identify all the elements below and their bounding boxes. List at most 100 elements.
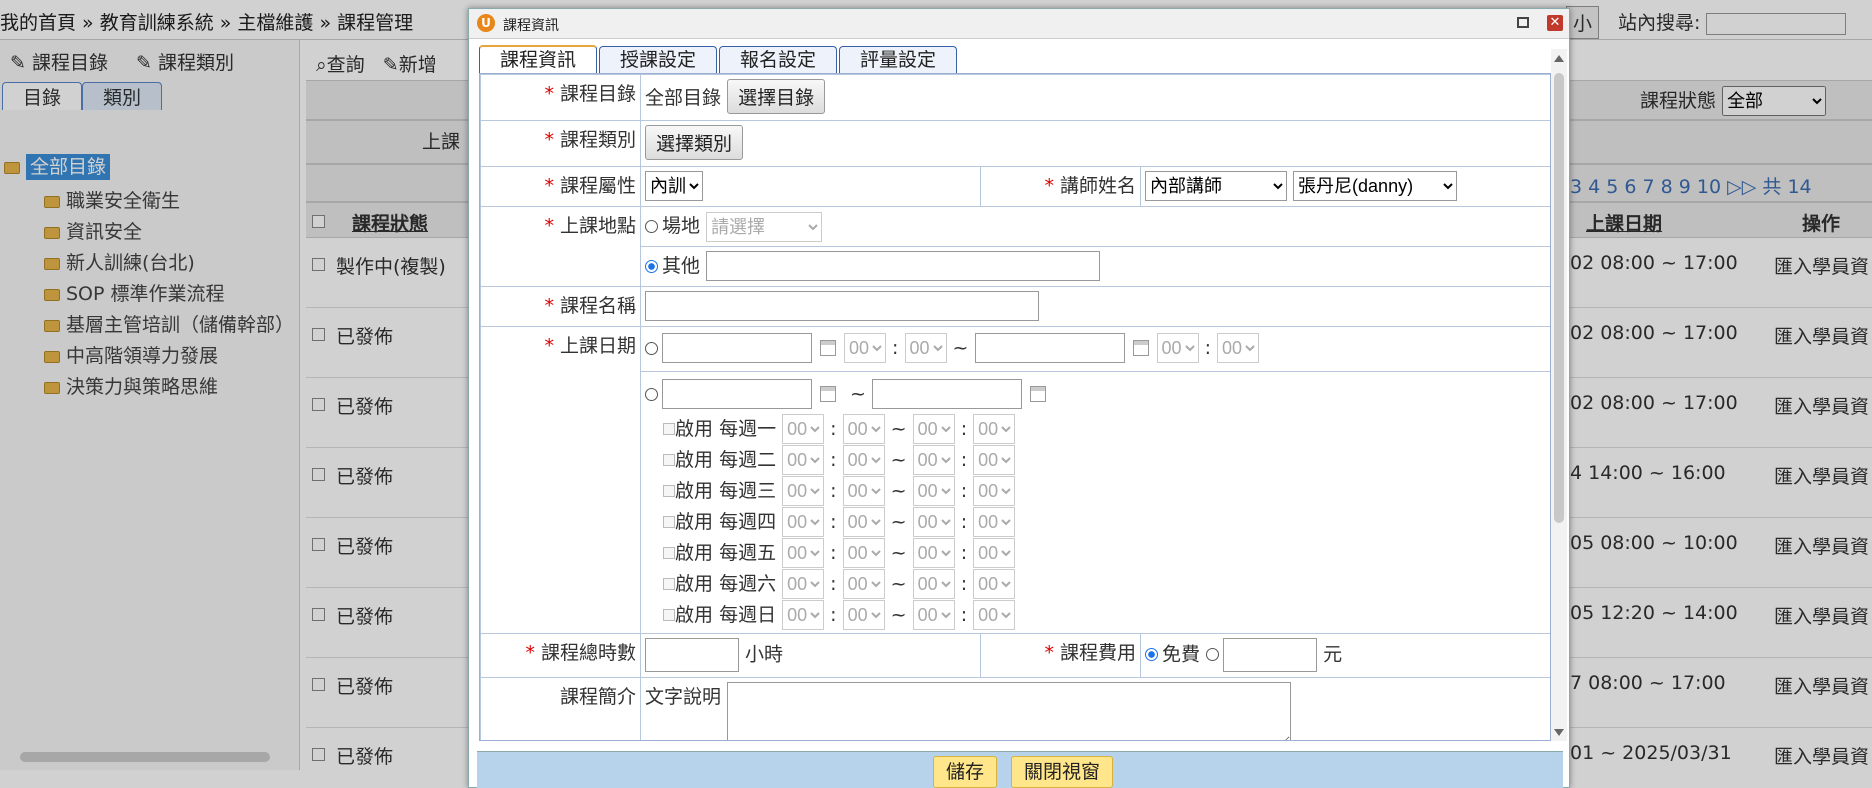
required-mark: * bbox=[1044, 175, 1054, 197]
range-date-row: ~ bbox=[645, 376, 1547, 414]
required-mark: * bbox=[544, 215, 554, 237]
dialog-vertical-scrollbar[interactable] bbox=[1551, 49, 1567, 741]
weekday-time-select[interactable]: 00 bbox=[782, 600, 825, 630]
weekday-time-select[interactable]: 00 bbox=[912, 538, 955, 568]
weekday-time-select[interactable]: 00 bbox=[842, 569, 885, 599]
category-label: * 課程類別 bbox=[480, 120, 641, 167]
fee-input[interactable] bbox=[1223, 637, 1318, 672]
attribute-select[interactable]: 內訓 bbox=[645, 171, 703, 201]
weekday-enable-checkbox[interactable] bbox=[663, 485, 675, 497]
weekday-enable-checkbox[interactable] bbox=[663, 454, 675, 466]
maximize-icon[interactable] bbox=[1517, 17, 1529, 28]
calendar-icon[interactable] bbox=[820, 386, 836, 402]
weekday-enable-label: 啟用 bbox=[675, 479, 714, 502]
close-window-button[interactable]: 關閉視窗 bbox=[1011, 756, 1114, 788]
location-other-radio[interactable] bbox=[645, 259, 658, 273]
weekday-time-select[interactable]: 00 bbox=[842, 507, 885, 537]
course-name-input[interactable] bbox=[645, 290, 1039, 321]
fee-paid-radio[interactable] bbox=[1206, 648, 1220, 661]
weekday-enable-checkbox[interactable] bbox=[663, 609, 675, 621]
calendar-icon[interactable] bbox=[820, 340, 836, 356]
save-button[interactable]: 儲存 bbox=[933, 756, 998, 788]
calendar-icon[interactable] bbox=[1030, 386, 1047, 402]
course-form: * 課程目錄 全部目錄 選擇目錄 * 課程類別 選擇類別 * 課程屬性 內訓 * 講師姓… bbox=[479, 73, 1551, 741]
calendar-icon[interactable] bbox=[1132, 340, 1149, 356]
weekday-label: 每週四 bbox=[719, 510, 777, 533]
weekday-time-select[interactable]: 00 bbox=[912, 445, 955, 475]
weekday-enable-checkbox[interactable] bbox=[663, 578, 675, 590]
weekday-row: 啟用 每週二 00 : 00 ~ 00 : 00 bbox=[663, 445, 1547, 476]
weekday-time-select[interactable]: 00 bbox=[973, 507, 1016, 537]
weekday-time-select[interactable]: 00 bbox=[912, 476, 955, 506]
select-catalog-button[interactable]: 選擇目錄 bbox=[727, 79, 826, 114]
end-hour-select[interactable]: 00 bbox=[1156, 333, 1199, 363]
location-venue-radio[interactable] bbox=[645, 220, 658, 233]
scroll-down-icon[interactable] bbox=[1554, 729, 1564, 736]
colon-separator: : bbox=[830, 603, 837, 626]
close-icon[interactable]: ✕ bbox=[1547, 15, 1563, 31]
instructor-type-select[interactable]: 內部講師 bbox=[1145, 171, 1287, 201]
start-hour-select[interactable]: 00 bbox=[844, 333, 886, 363]
weekday-time-select[interactable]: 00 bbox=[912, 414, 955, 444]
tab-registration-settings[interactable]: 報名設定 bbox=[719, 46, 838, 74]
select-category-button[interactable]: 選擇類別 bbox=[645, 125, 744, 160]
app-logo-icon: U bbox=[477, 14, 495, 32]
colon-separator: : bbox=[960, 479, 968, 502]
weekday-enable-checkbox[interactable] bbox=[663, 516, 675, 528]
tilde-separator: ~ bbox=[890, 479, 907, 502]
range-date-radio[interactable] bbox=[645, 387, 658, 401]
colon-separator: : bbox=[830, 541, 837, 564]
weekday-label: 每週日 bbox=[719, 603, 777, 626]
weekday-time-select[interactable]: 00 bbox=[912, 507, 955, 537]
weekday-time-select[interactable]: 00 bbox=[973, 445, 1016, 475]
hours-input[interactable] bbox=[645, 637, 739, 672]
weekday-time-select[interactable]: 00 bbox=[782, 538, 825, 568]
scrollbar-thumb[interactable] bbox=[1554, 73, 1564, 523]
weekday-time-select[interactable]: 00 bbox=[973, 538, 1016, 568]
weekday-time-select[interactable]: 00 bbox=[782, 445, 825, 475]
catalog-label: * 課程目錄 bbox=[480, 74, 641, 121]
weekday-time-select[interactable]: 00 bbox=[973, 414, 1016, 444]
colon-separator: : bbox=[830, 448, 837, 471]
weekday-time-select[interactable]: 00 bbox=[842, 445, 885, 475]
dialog-titlebar[interactable]: U 課程資訊 ✕ bbox=[469, 9, 1569, 39]
course-info-dialog: U 課程資訊 ✕ 課程資訊 授課設定 報名設定 評量設定 * 課程目錄 全部目錄 選擇目… bbox=[468, 8, 1570, 788]
intro-textarea[interactable] bbox=[727, 681, 1292, 740]
tab-course-info[interactable]: 課程資訊 bbox=[479, 45, 598, 73]
range-start-input[interactable] bbox=[662, 379, 812, 409]
weekday-time-select[interactable]: 00 bbox=[842, 476, 885, 506]
weekday-time-select[interactable]: 00 bbox=[842, 600, 885, 630]
weekday-time-select[interactable]: 00 bbox=[973, 600, 1016, 630]
tab-evaluation-settings[interactable]: 評量設定 bbox=[839, 46, 958, 74]
weekday-label: 每週二 bbox=[719, 448, 777, 471]
weekday-time-select[interactable]: 00 bbox=[973, 569, 1016, 599]
tilde-separator: ~ bbox=[952, 336, 969, 359]
weekday-time-select[interactable]: 00 bbox=[782, 569, 825, 599]
instructor-name-select[interactable]: 張丹尼(danny) bbox=[1293, 171, 1458, 201]
venue-select[interactable]: 請選擇 bbox=[706, 211, 823, 242]
start-minute-select[interactable]: 00 bbox=[904, 333, 947, 363]
weekday-time-select[interactable]: 00 bbox=[912, 600, 955, 630]
weekday-enable-checkbox[interactable] bbox=[663, 423, 675, 435]
weekday-time-select[interactable]: 00 bbox=[782, 414, 825, 444]
start-date-input[interactable] bbox=[662, 333, 812, 363]
weekday-time-select[interactable]: 00 bbox=[973, 476, 1016, 506]
weekday-time-select[interactable]: 00 bbox=[842, 414, 885, 444]
fee-free-label: 免費 bbox=[1162, 643, 1201, 665]
end-minute-select[interactable]: 00 bbox=[1217, 333, 1260, 363]
attribute-label-text: 課程屬性 bbox=[559, 175, 636, 197]
weekday-row: 啟用 每週日 00 : 00 ~ 00 : 00 bbox=[663, 600, 1547, 631]
scroll-up-icon[interactable] bbox=[1554, 55, 1564, 62]
weekday-time-select[interactable]: 00 bbox=[782, 507, 825, 537]
weekday-enable-label: 啟用 bbox=[675, 448, 714, 471]
weekday-enable-checkbox[interactable] bbox=[663, 547, 675, 559]
end-date-input[interactable] bbox=[974, 333, 1125, 363]
fee-free-radio[interactable] bbox=[1145, 648, 1158, 661]
single-date-radio[interactable] bbox=[645, 341, 658, 355]
weekday-time-select[interactable]: 00 bbox=[912, 569, 955, 599]
location-other-input[interactable] bbox=[706, 251, 1101, 281]
weekday-time-select[interactable]: 00 bbox=[842, 538, 885, 568]
range-end-input[interactable] bbox=[872, 379, 1023, 409]
tab-teaching-settings[interactable]: 授課設定 bbox=[599, 46, 718, 74]
weekday-time-select[interactable]: 00 bbox=[782, 476, 825, 506]
